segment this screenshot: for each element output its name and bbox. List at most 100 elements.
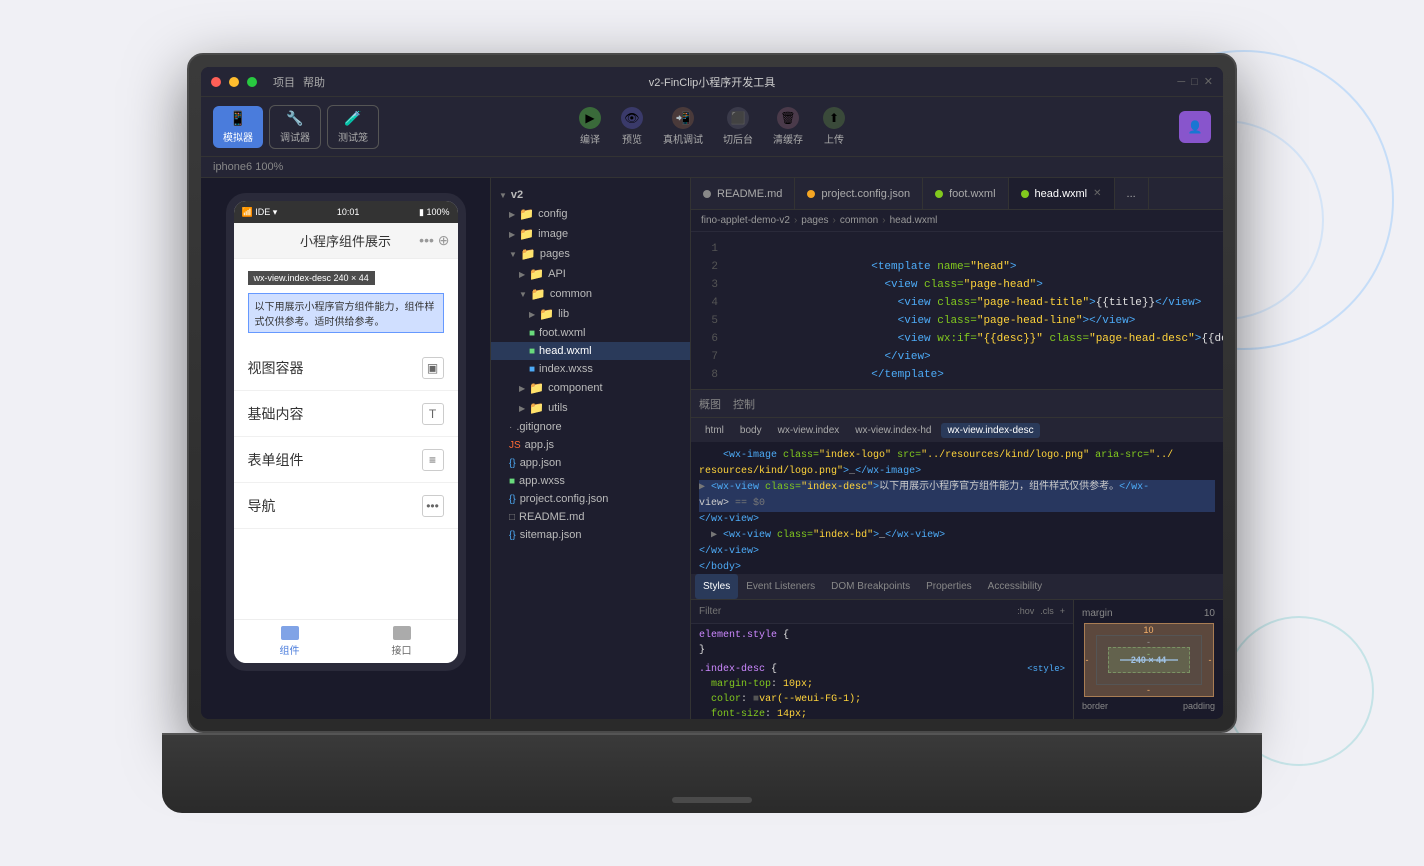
api-chevron: ▶ bbox=[519, 270, 525, 279]
user-avatar[interactable]: 👤 bbox=[1179, 111, 1211, 143]
background-action[interactable]: ⬛ 切后台 bbox=[723, 107, 753, 146]
debugger-button[interactable]: 🔧 调试器 bbox=[269, 105, 321, 149]
background-label: 切后台 bbox=[723, 131, 753, 146]
dom-line-3: view> == $0 bbox=[699, 496, 1215, 512]
preview-action[interactable]: 👁 预览 bbox=[621, 107, 643, 146]
main-content: 📶 IDE ▾ 10:01 ▮ 100% 小程序组件展示 ••• ⊕ wx-vi… bbox=[201, 178, 1223, 719]
tab-more[interactable]: ... bbox=[1115, 178, 1149, 209]
styles-tab-properties[interactable]: Properties bbox=[918, 574, 980, 599]
testcase-button[interactable]: 🧪 测试笼 bbox=[327, 105, 379, 149]
tab-head-wxml[interactable]: head.wxml ✕ bbox=[1009, 178, 1115, 209]
fe-image[interactable]: ▶ 📁 image bbox=[491, 224, 690, 244]
filter-cls[interactable]: .cls bbox=[1040, 606, 1054, 616]
tab-project-config[interactable]: project.config.json bbox=[795, 178, 923, 209]
config-folder-icon: 📁 bbox=[519, 207, 534, 221]
bc-sep-0: › bbox=[794, 215, 797, 226]
fe-common[interactable]: ▼ 📁 common bbox=[491, 284, 690, 304]
fe-lib[interactable]: ▶ 📁 lib bbox=[491, 304, 690, 324]
fe-project-config[interactable]: {} project.config.json bbox=[491, 490, 690, 508]
close-button[interactable] bbox=[211, 77, 221, 87]
padding-label: padding bbox=[1183, 701, 1215, 711]
code-area[interactable]: 12345678 <template name="head"> <view cl… bbox=[691, 232, 1223, 719]
fe-app-wxss[interactable]: ■ app.wxss bbox=[491, 472, 690, 490]
lib-chevron: ▶ bbox=[529, 310, 535, 319]
styles-tab-event-listeners[interactable]: Event Listeners bbox=[738, 574, 823, 599]
menu-item-project[interactable]: 项目 bbox=[273, 74, 295, 90]
tab-foot-wxml[interactable]: foot.wxml bbox=[923, 178, 1008, 209]
more-tab-label: ... bbox=[1127, 188, 1136, 200]
phone-menu-icon-0: ▣ bbox=[422, 357, 444, 379]
filter-hov[interactable]: :hov bbox=[1017, 606, 1034, 616]
phone-menu-item-1[interactable]: 基础内容 T bbox=[234, 391, 458, 437]
components-tab-icon bbox=[281, 626, 299, 640]
clear-cache-action[interactable]: 🗑 清缓存 bbox=[773, 107, 803, 146]
phone-menu-item-3[interactable]: 导航 ••• bbox=[234, 483, 458, 529]
style-rule-color: color: ■var(--weui-FG-1); bbox=[699, 692, 1065, 707]
dom-bc-wxview-hd[interactable]: wx-view.index-hd bbox=[849, 423, 937, 438]
fe-pages[interactable]: ▼ 📁 pages bbox=[491, 244, 690, 264]
fe-gitignore[interactable]: · .gitignore bbox=[491, 418, 690, 436]
simulator-button[interactable]: 📱 模拟器 bbox=[213, 106, 263, 148]
fe-app-json[interactable]: {} app.json bbox=[491, 454, 690, 472]
bm-labels-row: border padding bbox=[1082, 701, 1215, 711]
phone-content: wx-view.index-desc 240 × 44 以下用展示小程序官方组件… bbox=[234, 259, 458, 619]
margin-top-value: 10 bbox=[1204, 608, 1215, 619]
compile-action[interactable]: ▶ 编译 bbox=[579, 107, 601, 146]
bc-sep-2: › bbox=[882, 215, 885, 226]
foot-wxml-icon: ■ bbox=[529, 328, 535, 339]
bm-content: 240 × 44 bbox=[1120, 659, 1178, 662]
bc-0: fino-applet-demo-v2 bbox=[701, 215, 790, 226]
minimize-button[interactable] bbox=[229, 77, 239, 87]
fe-sitemap[interactable]: {} sitemap.json bbox=[491, 526, 690, 544]
phone-tab-components[interactable]: 组件 bbox=[234, 620, 346, 663]
fe-foot-wxml[interactable]: ■ foot.wxml bbox=[491, 324, 690, 342]
maximize-button[interactable] bbox=[247, 77, 257, 87]
phone-menu-item-0[interactable]: 视图容器 ▣ bbox=[234, 345, 458, 391]
laptop-screen: 项目 帮助 v2-FinClip小程序开发工具 ─ □ ✕ 📱 模拟器 bbox=[201, 67, 1223, 719]
panel-tab-dom[interactable]: 概图 bbox=[699, 396, 721, 412]
pages-chevron: ▼ bbox=[509, 250, 517, 259]
upload-action[interactable]: ⬆ 上传 bbox=[823, 107, 845, 146]
filter-input[interactable] bbox=[699, 606, 1011, 617]
fe-config[interactable]: ▶ 📁 config bbox=[491, 204, 690, 224]
dom-bc-body[interactable]: body bbox=[734, 423, 768, 438]
phone-tab-api[interactable]: 接口 bbox=[346, 620, 458, 663]
preview-label: 预览 bbox=[622, 131, 642, 146]
bm-margin-bottom: - bbox=[1147, 685, 1150, 695]
styles-tab-accessibility[interactable]: Accessibility bbox=[980, 574, 1050, 599]
sitemap-icon: {} bbox=[509, 530, 516, 541]
phone-menu-item-2[interactable]: 表单组件 ≡ bbox=[234, 437, 458, 483]
fe-utils[interactable]: ▶ 📁 utils bbox=[491, 398, 690, 418]
phone-tab-label-0: 组件 bbox=[280, 642, 300, 657]
panel-tab-control[interactable]: 控制 bbox=[733, 396, 755, 412]
device-debug-action[interactable]: 📲 真机调试 bbox=[663, 107, 703, 146]
phone-menu-label-0: 视图容器 bbox=[248, 358, 304, 378]
fe-index-wxss[interactable]: ■ index.wxss bbox=[491, 360, 690, 378]
fe-head-wxml[interactable]: ■ head.wxml bbox=[491, 342, 690, 360]
dom-bc-wxview-index[interactable]: wx-view.index bbox=[772, 423, 846, 438]
fe-readme[interactable]: □ README.md bbox=[491, 508, 690, 526]
fe-component[interactable]: ▶ 📁 component bbox=[491, 378, 690, 398]
laptop-outer: 项目 帮助 v2-FinClip小程序开发工具 ─ □ ✕ 📱 模拟器 bbox=[162, 53, 1262, 813]
dom-bc-wxview-desc[interactable]: wx-view.index-desc bbox=[941, 423, 1039, 438]
phone-statusbar: 📶 IDE ▾ 10:01 ▮ 100% bbox=[234, 201, 458, 223]
menu-item-help[interactable]: 帮助 bbox=[303, 74, 325, 90]
dom-bc-html[interactable]: html bbox=[699, 423, 730, 438]
styles-tab-styles[interactable]: Styles bbox=[695, 574, 738, 599]
phone-menu-icon-2: ≡ bbox=[422, 449, 444, 471]
fe-app-js[interactable]: JS app.js bbox=[491, 436, 690, 454]
bc-1: pages bbox=[801, 215, 828, 226]
laptop-base bbox=[162, 733, 1262, 813]
phone-signal: 📶 IDE ▾ bbox=[242, 207, 278, 218]
filter-plus[interactable]: + bbox=[1060, 606, 1065, 616]
head-wxml-tab-close[interactable]: ✕ bbox=[1093, 188, 1101, 199]
styles-tab-dom-breakpoints[interactable]: DOM Breakpoints bbox=[823, 574, 918, 599]
box-model-visual: 10 - - - - bbox=[1084, 623, 1214, 698]
fe-api[interactable]: ▶ 📁 API bbox=[491, 264, 690, 284]
tab-readme[interactable]: README.md bbox=[691, 178, 795, 209]
phone-menu-label-1: 基础内容 bbox=[248, 404, 304, 424]
phone-menu-dots[interactable]: ••• ⊕ bbox=[419, 232, 449, 249]
head-wxml-tab-label: head.wxml bbox=[1035, 188, 1088, 200]
styles-rules: element.style { } .index-desc { <style> … bbox=[691, 624, 1073, 720]
debugger-label: 调试器 bbox=[280, 129, 310, 144]
